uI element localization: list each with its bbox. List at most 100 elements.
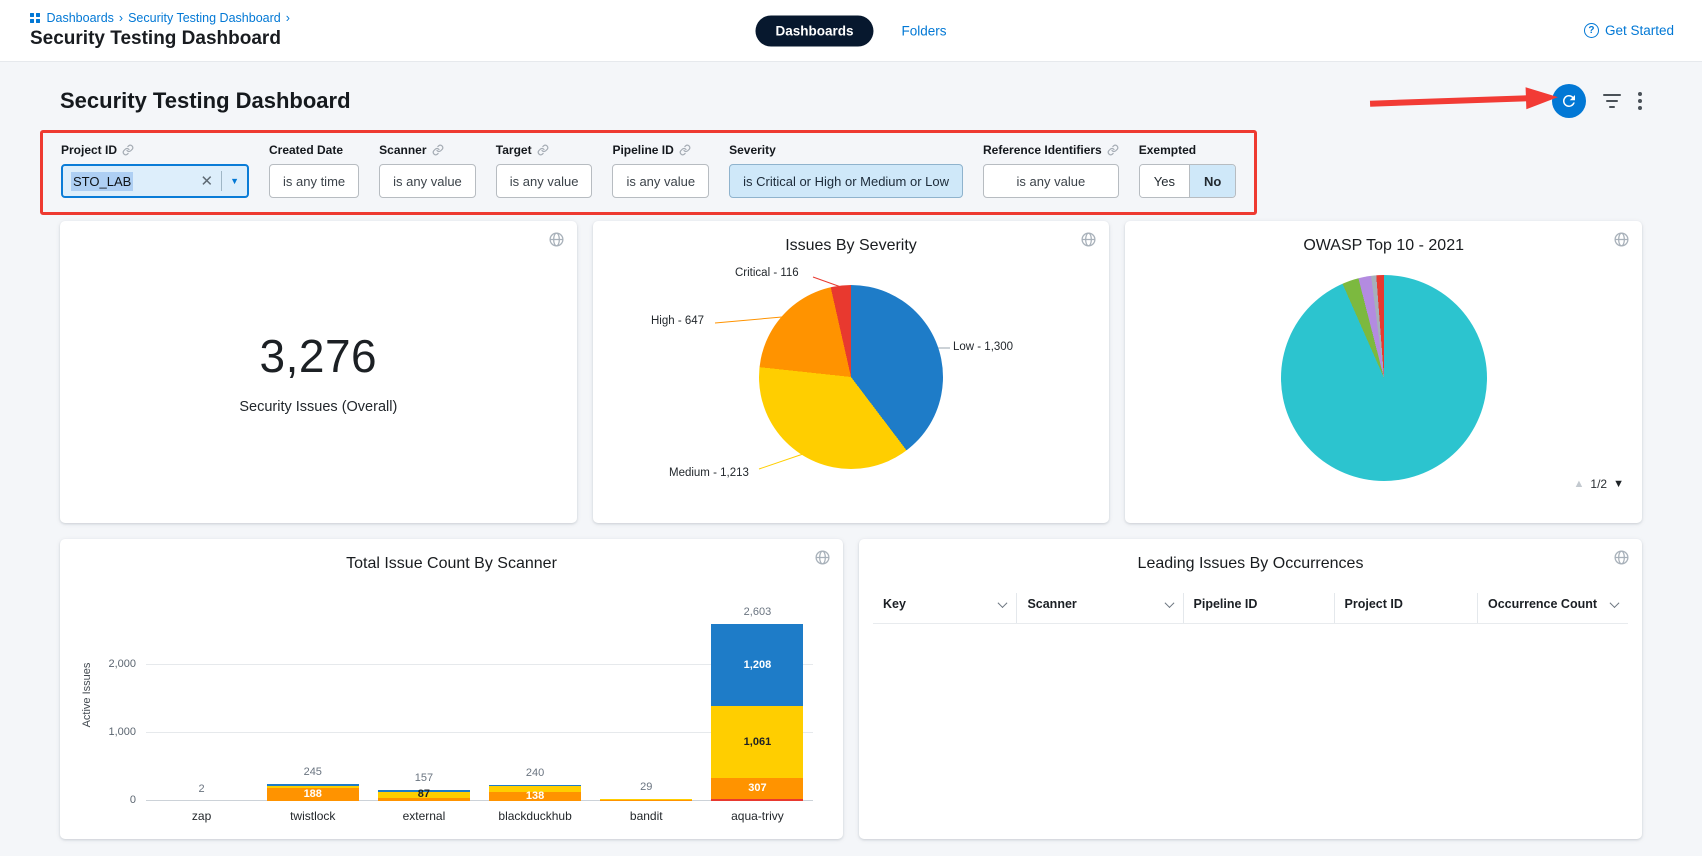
bar-segment-high[interactable]: 307 [711,778,803,799]
bar-segment-high[interactable] [378,798,470,801]
column-header-pipeline-id: Pipeline ID [1183,593,1334,623]
globe-icon[interactable] [1080,231,1097,251]
bar-segment-high[interactable] [600,800,692,801]
get-started-link[interactable]: ? Get Started [1584,23,1674,38]
reference-identifiers-filter-button[interactable]: is any value [983,164,1119,198]
dashboard-actions [1552,84,1642,118]
bar-segment-low[interactable]: 1,208 [711,624,803,706]
bar-zap[interactable]: 2zap [146,611,257,801]
bar-bandit[interactable]: 29bandit [591,611,702,801]
x-axis-label: twistlock [290,809,335,823]
help-icon: ? [1584,23,1599,38]
bar-twistlock[interactable]: 245188twistlock [257,611,368,801]
page-indicator: 1/2 [1590,477,1607,491]
page-down-icon[interactable]: ▼ [1613,478,1624,490]
sort-chevron-icon [1164,598,1174,608]
link-icon [1107,144,1119,156]
owasp-pie-chart[interactable] [1281,275,1487,481]
link-icon [432,144,444,156]
column-header-key[interactable]: Key [873,593,1016,623]
table-header-row: Key Scanner Pipeline ID Project ID Occurrenc… [873,593,1628,624]
globe-icon[interactable] [548,231,565,251]
dashboards-grid-icon [30,13,40,23]
link-icon [537,144,549,156]
filter-exempted: Exempted Yes No [1139,143,1237,198]
bar-segment-high[interactable]: 138 [489,792,581,801]
x-axis-label: blackduckhub [498,809,571,823]
globe-icon[interactable] [1613,549,1630,569]
project-id-value: STO_LAB [71,172,133,191]
refresh-button[interactable] [1552,84,1586,118]
more-options-button[interactable] [1638,92,1642,110]
bar-chart-plot: 01,0002,000 2zap245188twistlock15787exte… [146,611,813,801]
globe-icon[interactable] [1613,231,1630,251]
owasp-pie-area: ▲ 1/2 ▼ [1125,257,1642,501]
breadcrumb: Dashboards › Security Testing Dashboard … [30,11,290,25]
bar-total-label: 157 [415,772,433,784]
pipeline-id-filter-button[interactable]: is any value [612,164,709,198]
bar-segment-high[interactable]: 188 [267,788,359,801]
filter-label: Created Date [269,143,343,157]
clear-icon[interactable]: ✕ [201,174,214,189]
breadcrumb-dashboards[interactable]: Dashboards [47,11,114,25]
created-date-filter-button[interactable]: is any time [269,164,359,198]
column-label: Scanner [1027,597,1076,611]
bar-total-label: 2 [199,783,205,795]
column-header-project-id: Project ID [1334,593,1477,623]
exempted-no-button[interactable]: No [1190,165,1235,197]
bar-stack: 87 [378,790,470,801]
link-icon [122,144,134,156]
column-header-occurrence-count[interactable]: Occurrence Count [1477,593,1628,623]
filter-target: Target is any value [496,143,593,198]
column-label: Key [883,597,906,611]
column-header-scanner[interactable]: Scanner [1016,593,1182,623]
severity-pie-chart[interactable] [759,285,943,469]
bar-blackduckhub[interactable]: 240138blackduckhub [480,611,591,801]
get-started-label: Get Started [1605,23,1674,38]
dropdown-caret-icon[interactable]: ▼ [230,176,239,186]
pie-label-high: High - 647 [651,315,704,327]
bar-segment-critical[interactable] [711,799,803,801]
sort-chevron-icon [998,598,1008,608]
tile-issues-by-severity: Issues By Severity Critical - 116 High -… [593,221,1110,523]
filter-label: Severity [729,143,776,157]
bar-total-label: 245 [304,766,322,778]
sort-chevron-icon [1610,598,1620,608]
column-label: Project ID [1345,597,1403,611]
x-axis-label: aqua-trivy [731,809,784,823]
page-title: Security Testing Dashboard [30,28,290,50]
overall-issues-value: 3,276 [260,329,378,383]
severity-filter-button[interactable]: is Critical or High or Medium or Low [729,164,963,198]
project-id-filter-input[interactable]: STO_LAB ✕ ▼ [61,164,249,198]
filter-icon [1602,93,1622,109]
bar-aqua-trivy[interactable]: 2,6031,2081,061307aqua-trivy [702,611,813,801]
bar-segment-medium[interactable]: 1,061 [711,706,803,778]
filter-reference-identifiers: Reference Identifiers is any value [983,143,1119,198]
tab-dashboards[interactable]: Dashboards [755,15,873,46]
bar-total-label: 2,603 [744,606,772,618]
target-filter-button[interactable]: is any value [496,164,593,198]
header-tabs: Dashboards Folders [755,15,946,46]
y-tick-label: 1,000 [88,726,136,738]
bar-external[interactable]: 15787external [368,611,479,801]
bar-stack: 188 [267,784,359,801]
filter-created-date: Created Date is any time [269,143,359,198]
tile-leading-issues-by-occurrences: Leading Issues By Occurrences Key Scanner… [859,539,1642,839]
input-divider [221,171,222,191]
dashboard-header: Security Testing Dashboard [60,84,1642,118]
filter-label: Reference Identifiers [983,143,1102,157]
exempted-yes-button[interactable]: Yes [1140,165,1190,197]
breadcrumb-current[interactable]: Security Testing Dashboard [128,11,281,25]
filter-icon-button[interactable] [1602,93,1622,109]
tab-folders[interactable]: Folders [902,23,947,38]
tile-title: Leading Issues By Occurrences [859,555,1642,573]
scanner-filter-button[interactable]: is any value [379,164,476,198]
pie-pagination: ▲ 1/2 ▼ [1574,477,1624,491]
bar-chart-columns: 2zap245188twistlock15787external240138bl… [146,611,813,801]
dashboard-content: Security Testing Dashboard Project ID [0,62,1702,839]
globe-icon[interactable] [814,549,831,569]
page-up-icon[interactable]: ▲ [1574,478,1585,490]
filter-label: Project ID [61,143,117,157]
annotation-arrow [1368,84,1559,117]
filter-scanner: Scanner is any value [379,143,476,198]
